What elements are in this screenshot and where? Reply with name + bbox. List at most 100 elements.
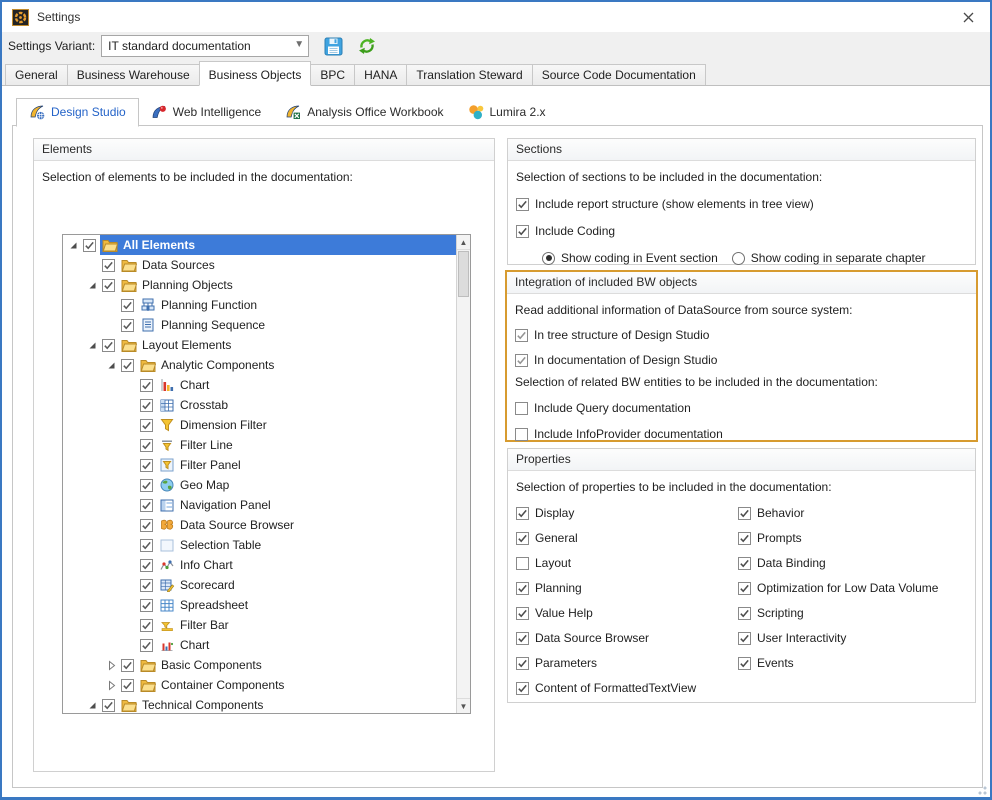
- checkbox-box[interactable]: [515, 428, 528, 441]
- checkbox-box[interactable]: [516, 225, 529, 238]
- tree-checkbox[interactable]: [140, 379, 153, 392]
- checkbox-box[interactable]: [516, 607, 529, 620]
- tree-checkbox[interactable]: [102, 699, 115, 712]
- tree-item-crosstab[interactable]: Crosstab: [63, 395, 456, 415]
- tree-checkbox[interactable]: [140, 419, 153, 432]
- checkbox-events-right[interactable]: Events: [738, 656, 938, 670]
- tree-checkbox[interactable]: [140, 519, 153, 532]
- checkbox-include-infoprovider-documentation[interactable]: Include InfoProvider documentation: [515, 427, 976, 441]
- checkbox-box[interactable]: [515, 354, 528, 367]
- checkbox-box[interactable]: [738, 507, 751, 520]
- collapsed-arrow-icon[interactable]: [105, 659, 118, 672]
- tab-bpc[interactable]: BPC: [310, 64, 355, 85]
- tree-checkbox[interactable]: [121, 319, 134, 332]
- checkbox-box[interactable]: [738, 632, 751, 645]
- tab-business-objects[interactable]: Business Objects: [199, 61, 312, 86]
- close-icon[interactable]: [954, 6, 982, 28]
- tree-item-chart[interactable]: Chart: [63, 375, 456, 395]
- tree-item-data-source-browser[interactable]: Data Source Browser: [63, 515, 456, 535]
- tree-checkbox[interactable]: [121, 679, 134, 692]
- tree-item-basic-components[interactable]: Basic Components: [63, 655, 456, 675]
- checkbox-box[interactable]: [516, 682, 529, 695]
- subtab-web-intelligence[interactable]: Web Intelligence: [139, 99, 274, 126]
- tree-checkbox[interactable]: [140, 619, 153, 632]
- tree-checkbox[interactable]: [121, 299, 134, 312]
- settings-variant-combobox[interactable]: IT standard documentation ▼: [101, 35, 309, 57]
- tree-item-data-sources[interactable]: Data Sources: [63, 255, 456, 275]
- subtab-analysis-office-workbook[interactable]: Analysis Office Workbook: [273, 99, 455, 126]
- tree-checkbox[interactable]: [140, 479, 153, 492]
- checkbox-include-query-documentation[interactable]: Include Query documentation: [515, 401, 976, 415]
- tree-checkbox[interactable]: [121, 659, 134, 672]
- checkbox-include-report-structure-show-elements-in-tree-view[interactable]: Include report structure (show elements …: [516, 197, 975, 211]
- tab-general[interactable]: General: [5, 64, 68, 85]
- tree-item-dimension-filter[interactable]: Dimension Filter: [63, 415, 456, 435]
- checkbox-parameters-left[interactable]: Parameters: [516, 656, 738, 670]
- radio-button[interactable]: [732, 252, 745, 265]
- checkbox-include-coding[interactable]: Include Coding: [516, 224, 975, 238]
- checkbox-box[interactable]: [738, 532, 751, 545]
- scroll-down-icon[interactable]: ▼: [457, 698, 470, 713]
- checkbox-box[interactable]: [515, 329, 528, 342]
- tree-item-filter-line[interactable]: Filter Line: [63, 435, 456, 455]
- checkbox-box[interactable]: [516, 657, 529, 670]
- checkbox-content-of-formattedtextview-left[interactable]: Content of FormattedTextView: [516, 681, 738, 695]
- checkbox-box[interactable]: [516, 632, 529, 645]
- checkbox-layout-left[interactable]: Layout: [516, 556, 738, 570]
- checkbox-in-tree-structure-of-design-studio[interactable]: In tree structure of Design Studio: [515, 328, 976, 342]
- tree-item-planning-sequence[interactable]: Planning Sequence: [63, 315, 456, 335]
- checkbox-box[interactable]: [516, 557, 529, 570]
- checkbox-general-left[interactable]: General: [516, 531, 738, 545]
- resize-grip[interactable]: [976, 784, 987, 795]
- tree-item-geo-map[interactable]: Geo Map: [63, 475, 456, 495]
- tree-checkbox[interactable]: [140, 459, 153, 472]
- scrollbar-thumb[interactable]: [458, 251, 469, 297]
- tree-item-navigation-panel[interactable]: Navigation Panel: [63, 495, 456, 515]
- checkbox-user-interactivity-right[interactable]: User Interactivity: [738, 631, 938, 645]
- tree-item-chart[interactable]: Chart: [63, 635, 456, 655]
- tree-checkbox[interactable]: [140, 539, 153, 552]
- tree-checkbox[interactable]: [140, 499, 153, 512]
- tree-checkbox[interactable]: [140, 579, 153, 592]
- radio-show-coding-in-separate-chapter[interactable]: Show coding in separate chapter: [732, 251, 926, 265]
- radio-button[interactable]: [542, 252, 555, 265]
- tree-item-layout-elements[interactable]: Layout Elements: [63, 335, 456, 355]
- tab-source-code-documentation[interactable]: Source Code Documentation: [532, 64, 706, 85]
- checkbox-data-source-browser-left[interactable]: Data Source Browser: [516, 631, 738, 645]
- tree-checkbox[interactable]: [102, 279, 115, 292]
- tree-item-planning-objects[interactable]: Planning Objects: [63, 275, 456, 295]
- checkbox-planning-left[interactable]: Planning: [516, 581, 738, 595]
- tree-checkbox[interactable]: [102, 259, 115, 272]
- tree-checkbox[interactable]: [140, 639, 153, 652]
- checkbox-box[interactable]: [516, 582, 529, 595]
- tree-checkbox[interactable]: [121, 359, 134, 372]
- tree-item-planning-function[interactable]: Planning Function: [63, 295, 456, 315]
- radio-show-coding-in-event-section[interactable]: Show coding in Event section: [542, 251, 718, 265]
- tree-item-filter-bar[interactable]: Filter Bar: [63, 615, 456, 635]
- tree-checkbox[interactable]: [140, 439, 153, 452]
- tab-hana[interactable]: HANA: [354, 64, 407, 85]
- tree-checkbox[interactable]: [140, 399, 153, 412]
- checkbox-value-help-left[interactable]: Value Help: [516, 606, 738, 620]
- expanded-arrow-icon[interactable]: [86, 279, 99, 292]
- checkbox-box[interactable]: [738, 607, 751, 620]
- tree-scrollbar[interactable]: ▲ ▼: [456, 235, 470, 713]
- tree-checkbox[interactable]: [83, 239, 96, 252]
- checkbox-scripting-right[interactable]: Scripting: [738, 606, 938, 620]
- checkbox-box[interactable]: [516, 532, 529, 545]
- checkbox-box[interactable]: [516, 507, 529, 520]
- checkbox-box[interactable]: [515, 402, 528, 415]
- subtab-lumira-2-x[interactable]: Lumira 2.x: [456, 99, 558, 126]
- combo-dropdown-icon[interactable]: ▼: [294, 39, 304, 50]
- tree-checkbox[interactable]: [102, 339, 115, 352]
- expanded-arrow-icon[interactable]: [67, 239, 80, 252]
- tree-item-all-elements[interactable]: All Elements: [63, 235, 456, 255]
- refresh-icon[interactable]: [357, 36, 377, 56]
- scroll-up-icon[interactable]: ▲: [457, 235, 470, 250]
- tree-item-scorecard[interactable]: Scorecard: [63, 575, 456, 595]
- checkbox-behavior-right[interactable]: Behavior: [738, 506, 938, 520]
- tree-item-container-components[interactable]: Container Components: [63, 675, 456, 695]
- tree-item-info-chart[interactable]: Info Chart: [63, 555, 456, 575]
- checkbox-data-binding-right[interactable]: Data Binding: [738, 556, 938, 570]
- checkbox-in-documentation-of-design-studio[interactable]: In documentation of Design Studio: [515, 353, 976, 367]
